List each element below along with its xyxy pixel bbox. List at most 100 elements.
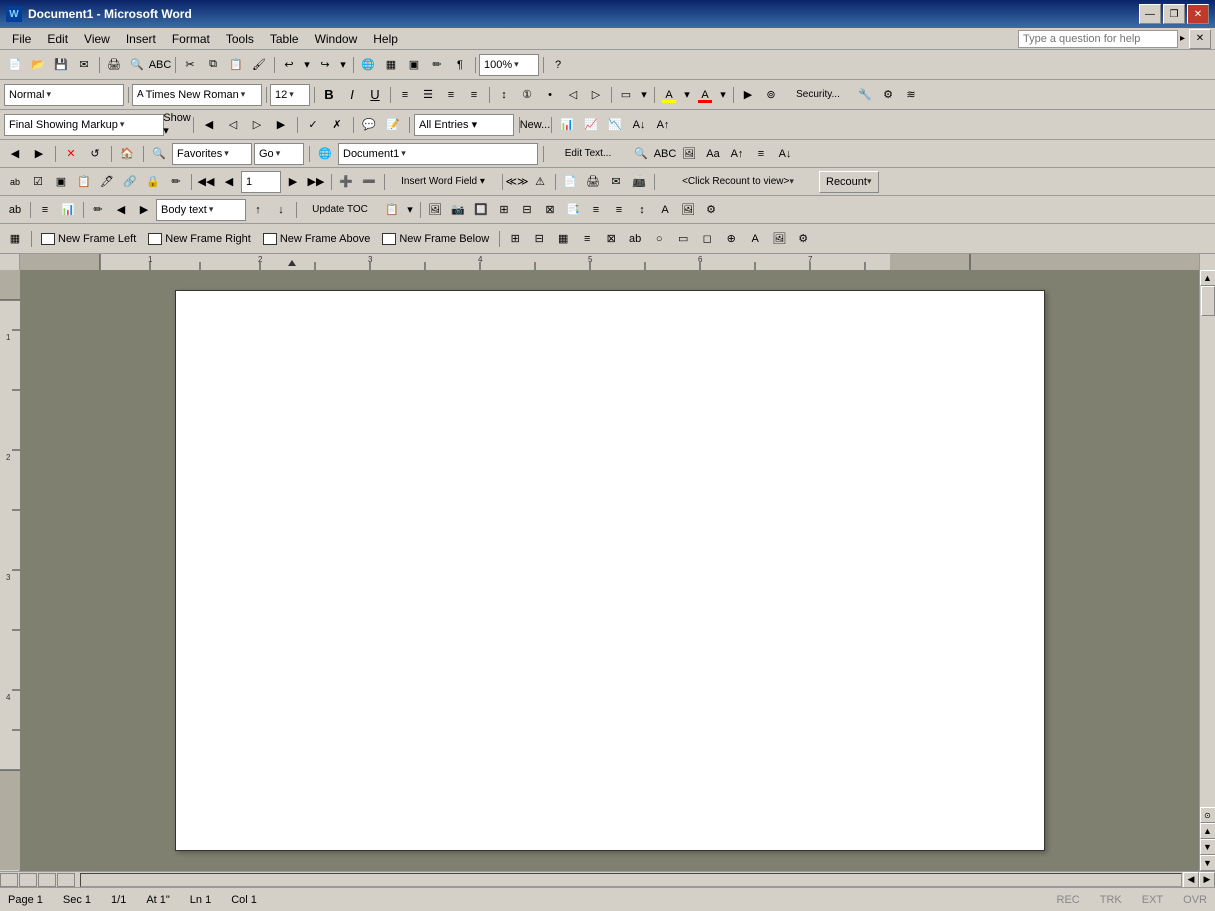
back-btn[interactable]: ◀ bbox=[4, 143, 26, 165]
table-btn[interactable]: ▦ bbox=[380, 54, 402, 76]
nav-aa[interactable]: Aa bbox=[702, 143, 724, 165]
scroll-track-v[interactable] bbox=[1200, 286, 1215, 547]
outline-btn4[interactable]: ✏ bbox=[87, 199, 109, 221]
forward-btn[interactable]: ▶ bbox=[28, 143, 50, 165]
form-btn7[interactable]: 🔒 bbox=[142, 171, 164, 193]
fr-btn8[interactable]: ▭ bbox=[672, 228, 694, 250]
form-next[interactable]: ▶ bbox=[282, 171, 304, 193]
stop-btn[interactable]: ✕ bbox=[60, 143, 82, 165]
edit-text-btn[interactable]: Edit Text... bbox=[548, 143, 628, 165]
accept-changes-btn[interactable]: ⊚ bbox=[760, 84, 782, 106]
menu-edit[interactable]: Edit bbox=[39, 28, 76, 49]
zoom-dropdown[interactable]: 100% ▾ bbox=[479, 54, 539, 76]
format-painter-button[interactable]: 🖌 bbox=[248, 54, 270, 76]
address-bar[interactable]: Document1 ▾ bbox=[338, 143, 538, 165]
form-page-dropdown[interactable]: 1 bbox=[241, 171, 281, 193]
font-color-button[interactable]: A bbox=[694, 84, 716, 106]
next-change-btn[interactable]: ▶ bbox=[270, 114, 292, 136]
toc-btn10[interactable]: ↕ bbox=[631, 199, 653, 221]
border-arrow[interactable]: ▾ bbox=[638, 84, 650, 106]
scroll-down-button[interactable]: ▼ bbox=[1200, 855, 1215, 871]
prev-change-btn[interactable]: ◀ bbox=[198, 114, 220, 136]
new-frame-below-btn[interactable]: New Frame Below bbox=[377, 228, 494, 250]
rev-btn4[interactable]: A↓ bbox=[628, 114, 650, 136]
nav-search[interactable]: 🔍 bbox=[630, 143, 652, 165]
nav-all[interactable]: A↓ bbox=[774, 143, 796, 165]
toc-btn8[interactable]: ≡ bbox=[585, 199, 607, 221]
outline-up[interactable]: ↑ bbox=[247, 199, 269, 221]
extra-btn2[interactable]: ⚙ bbox=[877, 84, 899, 106]
new-entry-btn[interactable]: New... bbox=[524, 114, 546, 136]
restore-button[interactable]: ❐ bbox=[1163, 4, 1185, 24]
show-hide-btn[interactable]: ¶ bbox=[449, 54, 471, 76]
outline-btn3[interactable]: 📊 bbox=[57, 199, 79, 221]
fr-btn1[interactable]: ⊞ bbox=[504, 228, 526, 250]
menu-view[interactable]: View bbox=[76, 28, 118, 49]
refresh-btn[interactable]: ↺ bbox=[84, 143, 106, 165]
highlight-arrow[interactable]: ▾ bbox=[681, 84, 693, 106]
form-btn1[interactable]: ab bbox=[4, 171, 26, 193]
rev-btn2[interactable]: 📈 bbox=[580, 114, 602, 136]
extra-btn3[interactable]: ≋ bbox=[900, 84, 922, 106]
fr-btn2[interactable]: ⊟ bbox=[528, 228, 550, 250]
fr-btn6[interactable]: ab bbox=[624, 228, 646, 250]
redo-arrow[interactable]: ▾ bbox=[337, 54, 349, 76]
form-btn6[interactable]: 🔗 bbox=[119, 171, 141, 193]
outline-view-btn[interactable] bbox=[57, 873, 75, 887]
align-left-button[interactable]: ≡ bbox=[394, 84, 416, 106]
insert-word-field-btn[interactable]: Insert Word Field ▾ bbox=[388, 171, 498, 193]
toc-btn7[interactable]: 📑 bbox=[562, 199, 584, 221]
accept-btn[interactable]: ✓ bbox=[302, 114, 324, 136]
scroll-up-button[interactable]: ▲ bbox=[1200, 270, 1215, 286]
all-entries-dropdown[interactable]: All Entries ▾ bbox=[414, 114, 514, 136]
scroll-left-button[interactable]: ◀ bbox=[1183, 872, 1199, 888]
extra-btn1[interactable]: 🔧 bbox=[854, 84, 876, 106]
form-prev[interactable]: ◀◀ bbox=[195, 171, 217, 193]
toc-btn12[interactable]: 🖼 bbox=[677, 199, 699, 221]
toc-btn6[interactable]: ⊠ bbox=[539, 199, 561, 221]
open-button[interactable]: 📂 bbox=[27, 54, 49, 76]
normal-view-btn[interactable] bbox=[0, 873, 18, 887]
form-del[interactable]: ➖ bbox=[358, 171, 380, 193]
track-changes-btn[interactable]: ▶ bbox=[737, 84, 759, 106]
align-center-button[interactable]: ☰ bbox=[417, 84, 439, 106]
menu-format[interactable]: Format bbox=[164, 28, 218, 49]
numbering-button[interactable]: ① bbox=[516, 84, 538, 106]
form-btn8[interactable]: ✏ bbox=[165, 171, 187, 193]
form-merge-email[interactable]: ✉ bbox=[605, 171, 627, 193]
form-merge-fax[interactable]: 📠 bbox=[628, 171, 650, 193]
minimize-button[interactable]: — bbox=[1139, 4, 1161, 24]
recount-view-dropdown[interactable]: <Click Recount to view> ▾ bbox=[658, 171, 818, 193]
form-btn4[interactable]: 📋 bbox=[73, 171, 95, 193]
toc-btn1[interactable]: 🖼 bbox=[424, 199, 446, 221]
nav-spelling[interactable]: ABC bbox=[654, 143, 676, 165]
print-button[interactable]: 🖨 bbox=[103, 54, 125, 76]
new-frame-left-btn[interactable]: New Frame Left bbox=[36, 228, 141, 250]
help-search-input[interactable] bbox=[1018, 30, 1178, 48]
home-btn[interactable]: 🏠 bbox=[116, 143, 138, 165]
form-view-merged[interactable]: ≪≫ bbox=[506, 171, 528, 193]
hscroll-track[interactable] bbox=[80, 873, 1182, 887]
outline-btn6[interactable]: ▶ bbox=[133, 199, 155, 221]
select-browse-button[interactable]: ⊙ bbox=[1200, 807, 1215, 823]
toc-btn3[interactable]: 🔲 bbox=[470, 199, 492, 221]
toc-btn5[interactable]: ⊟ bbox=[516, 199, 538, 221]
toc-icon[interactable]: 📋 bbox=[381, 199, 403, 221]
prev-page-button[interactable]: ▲ bbox=[1200, 823, 1215, 839]
form-last[interactable]: ▶▶ bbox=[305, 171, 327, 193]
toc-btn4[interactable]: ⊞ bbox=[493, 199, 515, 221]
outside-border-button[interactable]: ▭ bbox=[615, 84, 637, 106]
print-view-btn[interactable] bbox=[38, 873, 56, 887]
hyperlink-button[interactable]: 🌐 bbox=[357, 54, 379, 76]
toc-btn9[interactable]: ≡ bbox=[608, 199, 630, 221]
fr-btn13[interactable]: ⚙ bbox=[792, 228, 814, 250]
bold-button[interactable]: B bbox=[318, 84, 340, 106]
scroll-thumb-v[interactable] bbox=[1201, 286, 1215, 316]
undo-arrow[interactable]: ▾ bbox=[301, 54, 313, 76]
preview-button[interactable]: 🔍 bbox=[126, 54, 148, 76]
copy-button[interactable]: ⧉ bbox=[202, 54, 224, 76]
menu-file[interactable]: File bbox=[4, 28, 39, 49]
close-button[interactable]: ✕ bbox=[1187, 4, 1209, 24]
drawing-btn[interactable]: ✏ bbox=[426, 54, 448, 76]
toc-btn2[interactable]: 📷 bbox=[447, 199, 469, 221]
